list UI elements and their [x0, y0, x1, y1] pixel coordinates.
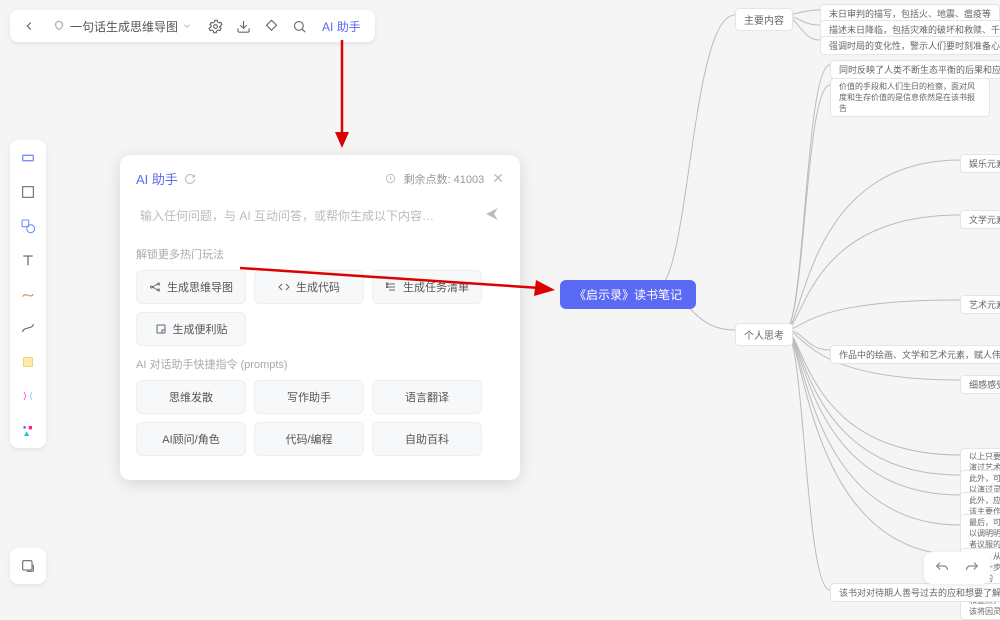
tag-icon[interactable] [260, 15, 282, 37]
top-toolbar: 一句话生成思维导图 AI 助手 [10, 10, 375, 42]
tool-connector[interactable] [16, 316, 40, 340]
action-generate-tasklist[interactable]: 生成任务清单 [372, 270, 482, 304]
export-icon[interactable] [232, 15, 254, 37]
mindmap-branch-main-content[interactable]: 主要内容 [735, 8, 793, 31]
close-button[interactable]: ✕ [492, 170, 504, 187]
mindmap-leaf[interactable]: 该书对对待期人善号过去的应和想要了解艺术的读者来说是在 [830, 583, 1000, 602]
document-title: 一句话生成思维导图 [70, 18, 178, 35]
remaining-points: 剩余点数: 41003 [404, 171, 485, 187]
prompts-section-label: AI 对话助手快捷指令 (prompts) [136, 356, 504, 372]
mindmap-cat[interactable]: 细感感受 [960, 375, 1000, 394]
back-button[interactable] [18, 15, 40, 37]
mindmap-leaf[interactable]: 强调时局的变化性，警示人们要时刻准备心怀的灵魂 [820, 36, 1000, 55]
redo-button[interactable] [962, 558, 982, 578]
mindmap-canvas[interactable]: 《启示录》读书笔记 主要内容 末日审判的描写，包括火、地震、瘟疫等 描述末日降临… [520, 0, 1000, 594]
tool-ai-sparkle[interactable] [16, 384, 40, 408]
ai-panel-title: AI 助手 [136, 169, 178, 188]
tool-sticky[interactable] [16, 350, 40, 374]
annotation-arrow-1 [330, 40, 360, 150]
action-generate-sticky[interactable]: 生成便利贴 [136, 312, 246, 346]
prompt-encyclopedia[interactable]: 自助百科 [372, 422, 482, 456]
send-button[interactable] [484, 206, 500, 225]
mindmap-cat[interactable]: 艺术元素 [960, 295, 1000, 314]
tool-draw[interactable] [16, 282, 40, 306]
ai-assistant-panel: AI 助手 剩余点数: 41003 ✕ 解锁更多热门玩法 生成思维导图 生成代码… [120, 155, 520, 480]
mindmap-root-node[interactable]: 《启示录》读书笔记 [560, 280, 696, 309]
tool-more[interactable] [16, 418, 40, 442]
tool-frame[interactable] [16, 180, 40, 204]
ai-prompt-input[interactable] [140, 209, 484, 223]
hot-section-label: 解锁更多热门玩法 [136, 246, 504, 262]
ai-assistant-button[interactable]: AI 助手 [316, 18, 367, 35]
undo-redo-toolbar [924, 552, 990, 584]
prompt-divergent[interactable]: 思维发散 [136, 380, 246, 414]
document-title-dropdown[interactable]: 一句话生成思维导图 [46, 18, 198, 35]
mindmap-leaf[interactable]: 作品中的绘画、文学和艺术元素，赋人伟体现质的博德或智 [830, 345, 1000, 364]
undo-button[interactable] [932, 558, 952, 578]
prompt-ai-role[interactable]: AI顾问/角色 [136, 422, 246, 456]
clock-icon [385, 173, 396, 184]
mindmap-branch-personal-thinking[interactable]: 个人思考 [735, 323, 793, 346]
search-icon[interactable] [288, 15, 310, 37]
prompt-translate[interactable]: 语言翻译 [372, 380, 482, 414]
mindmap-leaf[interactable]: 价值的手段和人们生日的检察，面对风度和生存价值的是信息依然是在该书报告 [830, 78, 990, 117]
mindmap-cat[interactable]: 娱乐元素 [960, 154, 1000, 173]
tool-select[interactable] [16, 146, 40, 170]
prompt-writing[interactable]: 写作助手 [254, 380, 364, 414]
action-generate-code[interactable]: 生成代码 [254, 270, 364, 304]
tool-shape[interactable] [16, 214, 40, 238]
action-generate-mindmap[interactable]: 生成思维导图 [136, 270, 246, 304]
mindmap-cat[interactable]: 文学元素 [960, 210, 1000, 229]
layers-button[interactable] [10, 548, 46, 584]
refresh-icon[interactable] [184, 173, 196, 185]
prompt-coding[interactable]: 代码/编程 [254, 422, 364, 456]
tool-text[interactable] [16, 248, 40, 272]
left-toolbar [10, 140, 46, 448]
settings-icon[interactable] [204, 15, 226, 37]
mindmap-leaf[interactable]: 同时反映了人类不断生态平衡的后果和应付的重要性 [830, 60, 1000, 79]
